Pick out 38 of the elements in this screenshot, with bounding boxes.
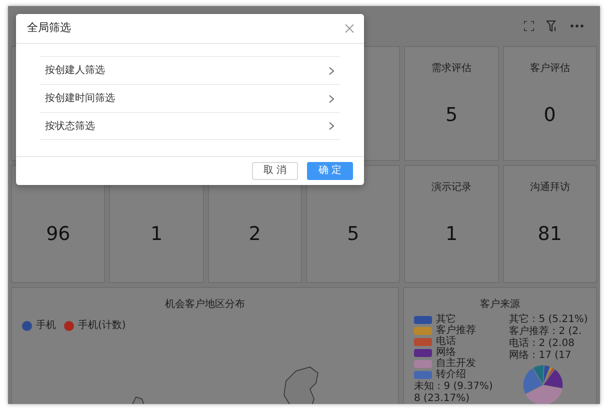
stat-value: 81 bbox=[538, 222, 562, 247]
chevron-right-icon bbox=[329, 94, 334, 102]
slice-label: 网络 : 17 (17 bbox=[509, 350, 572, 361]
stat-value: 1 bbox=[445, 222, 458, 247]
stat-label: 演示记录 bbox=[431, 180, 472, 194]
stat-value: 96 bbox=[46, 222, 70, 247]
close-icon[interactable] bbox=[345, 24, 354, 33]
stat-label: 客户评估 bbox=[530, 62, 570, 75]
panel-title: 机会客户地区分布 bbox=[164, 298, 246, 312]
chevron-right-icon bbox=[329, 122, 334, 130]
slice-label: 其它 : 5 (5.21%) bbox=[509, 314, 588, 325]
legend-label: 手机(计数) bbox=[78, 320, 126, 331]
stat-value: 2 bbox=[248, 222, 261, 247]
legend-label: 客户推荐 bbox=[436, 325, 476, 336]
expand-icon[interactable] bbox=[524, 21, 534, 31]
panel-title: 客户来源 bbox=[479, 298, 521, 312]
more-icon[interactable] bbox=[570, 24, 584, 28]
stat-label: 沟通拜访 bbox=[530, 180, 570, 194]
slice-label: 8 (23.17%) bbox=[414, 393, 470, 404]
chevron-right-icon bbox=[329, 66, 334, 74]
slice-label: 电话 : 2 (2.08 bbox=[509, 338, 574, 349]
stat-value: 5 bbox=[445, 103, 458, 128]
slice-label: 客户推荐 : 2 (2. bbox=[509, 326, 582, 337]
stat-label: 需求评估 bbox=[431, 62, 472, 75]
filter-option[interactable]: 按状态筛选 bbox=[40, 112, 340, 140]
filter-icon[interactable] bbox=[546, 20, 558, 32]
dialog-title: 全局筛选 bbox=[27, 20, 71, 36]
legend-label: 自主开发 bbox=[436, 358, 476, 369]
legend-label: 网络 bbox=[436, 347, 456, 358]
slice-label: 未知 : 9 (9.37%) bbox=[414, 381, 493, 392]
stat-value: 0 bbox=[544, 103, 556, 128]
cancel-button[interactable]: 取 消 bbox=[252, 162, 298, 180]
stat-value: 1 bbox=[150, 222, 163, 247]
legend-label: 其它 bbox=[436, 314, 456, 325]
stat-value: 5 bbox=[347, 222, 360, 247]
legend-label: 电话 bbox=[436, 336, 456, 347]
legend-label: 手机 bbox=[36, 320, 56, 331]
legend-label: 转介绍 bbox=[436, 369, 466, 380]
